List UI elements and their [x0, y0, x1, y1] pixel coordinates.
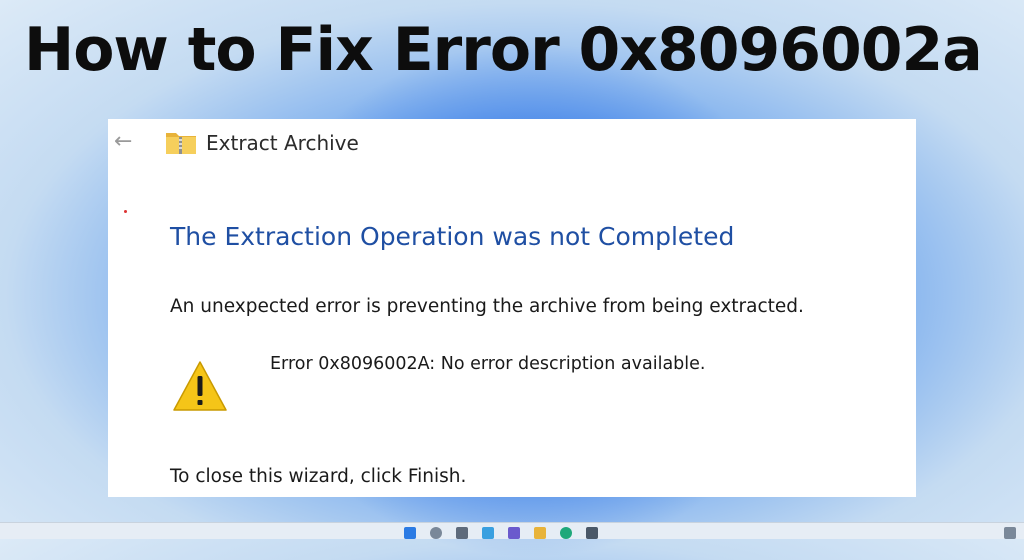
dialog-header: ← Extract Archive: [108, 119, 916, 167]
task-view-icon[interactable]: [456, 527, 468, 539]
article-headline: How to Fix Error 0x8096002a: [24, 15, 983, 85]
file-explorer-icon[interactable]: [534, 527, 546, 539]
error-message: An unexpected error is preventing the ar…: [170, 296, 804, 317]
chat-icon[interactable]: [508, 527, 520, 539]
warning-icon: [173, 361, 227, 411]
start-icon[interactable]: [404, 527, 416, 539]
artifact-dot: [124, 210, 127, 213]
zip-folder-icon: [166, 133, 196, 154]
edge-icon[interactable]: [560, 527, 572, 539]
search-icon[interactable]: [430, 527, 442, 539]
system-tray-icon[interactable]: [1004, 527, 1016, 539]
store-icon[interactable]: [586, 527, 598, 539]
extract-archive-dialog: ← Extract Archive The Extraction Operati…: [108, 119, 916, 497]
arrow-left-icon[interactable]: ←: [114, 131, 140, 153]
footer-instruction: To close this wizard, click Finish.: [170, 466, 467, 487]
main-heading: The Extraction Operation was not Complet…: [170, 222, 735, 251]
error-code-detail: Error 0x8096002A: No error description a…: [270, 354, 706, 374]
dialog-title: Extract Archive: [206, 131, 359, 155]
widgets-icon[interactable]: [482, 527, 494, 539]
taskbar: [0, 522, 1024, 539]
